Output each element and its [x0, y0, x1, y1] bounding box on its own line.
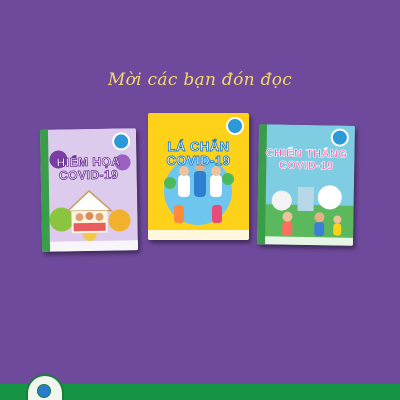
book-title-line2: COVID-19: [166, 152, 231, 168]
headline: Mời các bạn đón đọc: [107, 70, 293, 90]
book-title: CHIẾN THẮNG COVID-19: [258, 147, 354, 173]
book-title: HIỂM HỌA COVID-19: [40, 154, 136, 183]
book-chien-thang[interactable]: CHIẾN THẮNG COVID-19: [256, 124, 356, 246]
book-title-line1: LÁ CHẮN: [167, 139, 230, 154]
series-badge-icon: [226, 117, 244, 135]
book-la-chan[interactable]: LÁ CHẮN COVID-19: [148, 113, 249, 240]
book-title-line2: COVID-19: [58, 167, 119, 183]
book-title: LÁ CHẮN COVID-19: [148, 139, 249, 168]
book-title-line2: COVID-19: [278, 159, 335, 173]
book-hiem-hoa[interactable]: HIỂM HỌA COVID-19: [39, 128, 139, 252]
